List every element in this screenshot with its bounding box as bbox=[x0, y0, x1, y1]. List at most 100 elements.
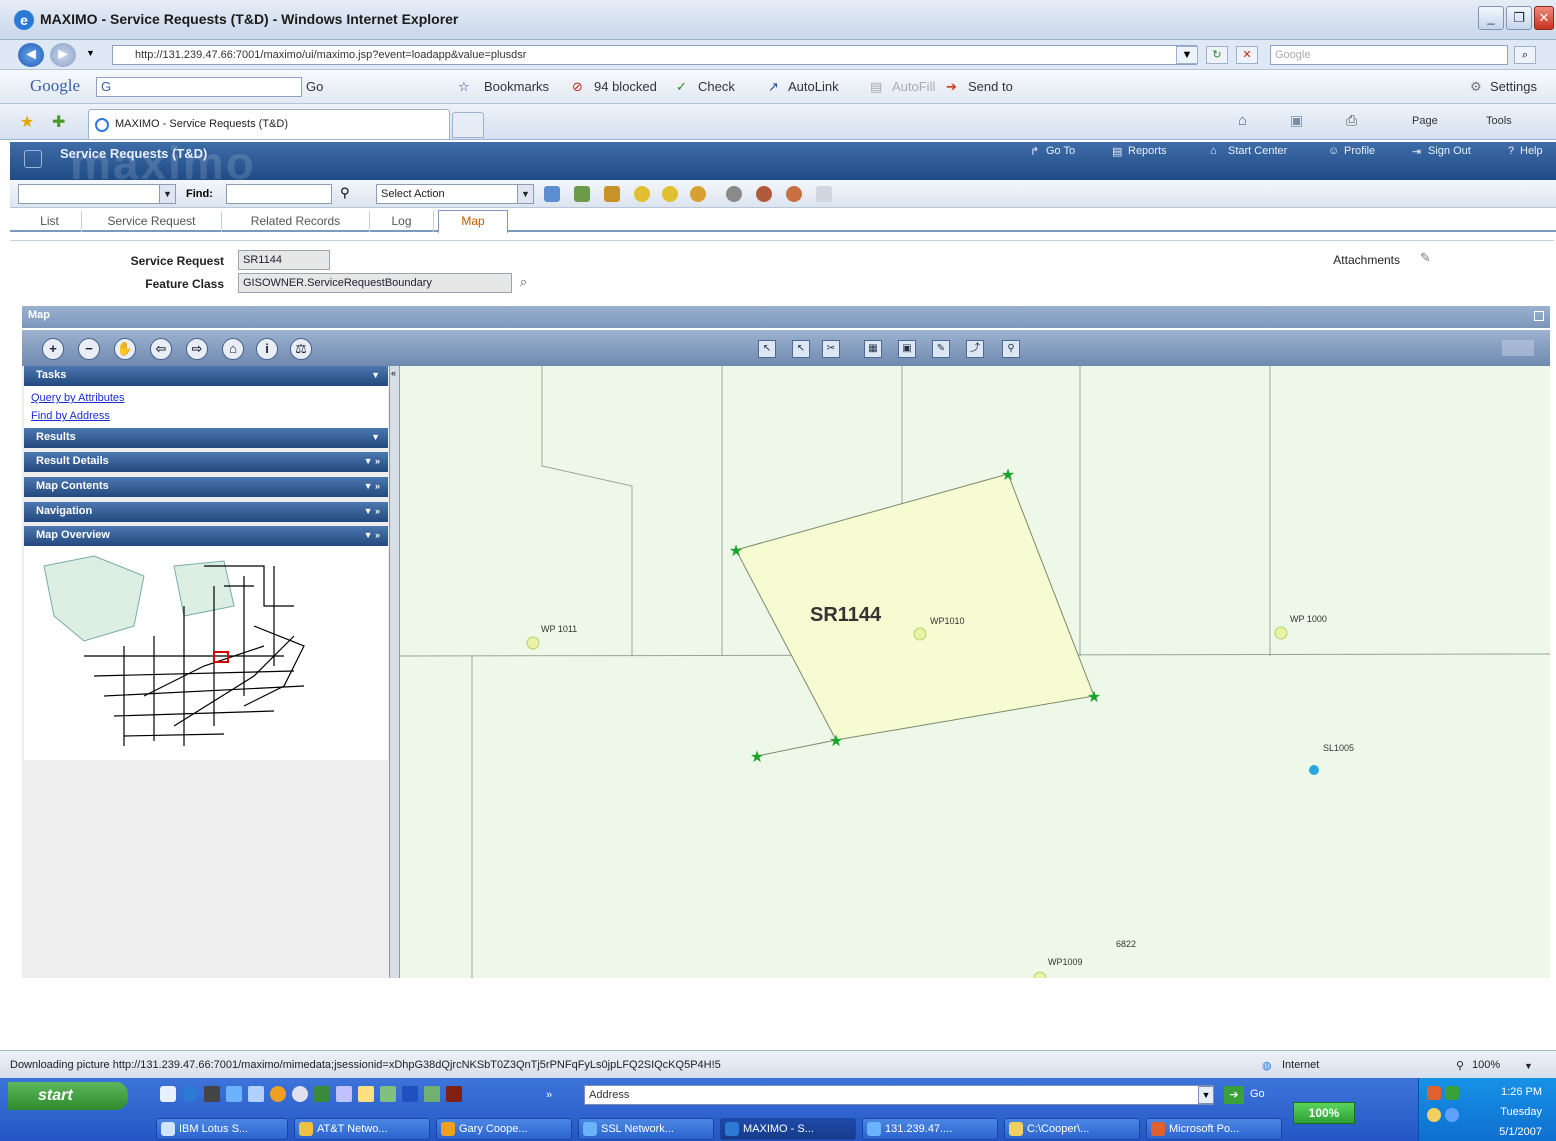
map-canvas[interactable]: ★ ★ ★ ★ ★ SR1144 WP 1011 WP1010 WP 1000 … bbox=[400, 366, 1550, 978]
tray-volume-icon[interactable] bbox=[1427, 1108, 1441, 1122]
tab-log[interactable]: Log bbox=[370, 211, 434, 232]
print-map-button[interactable] bbox=[1502, 340, 1534, 356]
excel-icon[interactable] bbox=[424, 1086, 440, 1102]
restore-button[interactable]: ❐ bbox=[1506, 6, 1532, 30]
sign-out-link[interactable]: Sign Out bbox=[1428, 145, 1471, 157]
tray-app-icon[interactable] bbox=[1427, 1086, 1441, 1100]
autolink-button[interactable]: AutoLink bbox=[788, 79, 839, 94]
help-link[interactable]: Help bbox=[1520, 145, 1543, 157]
chevron-down-icon[interactable]: ▼ bbox=[1198, 1086, 1214, 1104]
history-dropdown-icon[interactable]: ▼ bbox=[86, 48, 95, 58]
print-icon[interactable]: ⎙ bbox=[1346, 112, 1357, 129]
ie-quicklaunch-icon[interactable] bbox=[182, 1086, 198, 1102]
send-to-button[interactable]: Send to bbox=[968, 79, 1013, 94]
start-button[interactable]: start bbox=[8, 1082, 128, 1110]
taskbar-item[interactable]: IBM Lotus S... bbox=[156, 1118, 288, 1140]
tab-service-request[interactable]: Service Request bbox=[82, 211, 222, 232]
bulletin-icon[interactable] bbox=[604, 186, 620, 202]
change-status-icon[interactable] bbox=[756, 186, 772, 202]
minimize-button[interactable]: _ bbox=[1478, 6, 1504, 30]
zoom-level[interactable]: 100% bbox=[1472, 1059, 1500, 1071]
stop-workflow-icon[interactable] bbox=[786, 186, 802, 202]
taskbar-item[interactable]: Gary Coope... bbox=[436, 1118, 572, 1140]
folder-icon[interactable] bbox=[248, 1086, 264, 1102]
messenger-icon[interactable] bbox=[270, 1086, 286, 1102]
tray-network-icon[interactable] bbox=[1445, 1086, 1459, 1100]
page-menu[interactable]: Page bbox=[1412, 115, 1438, 127]
new-tab-button[interactable] bbox=[452, 112, 484, 138]
start-center-link[interactable]: Start Center bbox=[1228, 145, 1287, 157]
explorer-icon[interactable] bbox=[226, 1086, 242, 1102]
favorites-star-icon[interactable]: ★ bbox=[20, 112, 34, 132]
add-favorites-icon[interactable]: ✚ bbox=[52, 112, 65, 132]
close-button[interactable]: ✕ bbox=[1534, 6, 1554, 30]
tab-map[interactable]: Map bbox=[438, 210, 508, 234]
edit-feature-icon[interactable]: ✎ bbox=[932, 340, 950, 358]
full-extent-icon[interactable]: ⌂ bbox=[222, 338, 244, 360]
app-icon[interactable] bbox=[314, 1086, 330, 1102]
map-section-header[interactable]: Map bbox=[22, 306, 1550, 328]
word-icon[interactable] bbox=[402, 1086, 418, 1102]
star-icon[interactable]: ☆ bbox=[458, 79, 470, 95]
result-details-header[interactable]: Result Details ▼ » bbox=[24, 452, 388, 472]
back-extent-icon[interactable]: ⇦ bbox=[150, 338, 172, 360]
taskbar-item[interactable]: Microsoft Po... bbox=[1146, 1118, 1282, 1140]
feeds-icon[interactable]: ▣ bbox=[1290, 112, 1303, 129]
taskbar-go-label[interactable]: Go bbox=[1250, 1088, 1265, 1100]
identify-icon[interactable]: i bbox=[256, 338, 278, 360]
taskbar-item[interactable]: AT&T Netwo... bbox=[294, 1118, 430, 1140]
app-icon[interactable] bbox=[380, 1086, 396, 1102]
select-action-dropdown[interactable]: Select Action ▼ bbox=[376, 184, 534, 204]
taskbar-item[interactable]: C:\Cooper\... bbox=[1004, 1118, 1140, 1140]
binoculars-icon[interactable]: ⚲ bbox=[340, 185, 350, 201]
zoom-in-icon[interactable]: + bbox=[42, 338, 64, 360]
forward-icon[interactable]: ► bbox=[50, 43, 76, 67]
query-select[interactable]: ▼ bbox=[18, 184, 176, 204]
autofill-button[interactable]: AutoFill bbox=[892, 79, 935, 94]
stop-icon[interactable]: ✕ bbox=[1236, 46, 1258, 64]
previous-icon[interactable] bbox=[634, 186, 650, 202]
results-header[interactable]: Results ▼ bbox=[24, 428, 388, 448]
measure-icon[interactable]: ⚖ bbox=[290, 338, 312, 360]
search-icon[interactable]: ⌕ bbox=[1514, 46, 1536, 64]
tab-related-records[interactable]: Related Records bbox=[222, 211, 370, 232]
tools-menu[interactable]: Tools bbox=[1486, 115, 1512, 127]
select-remove-icon[interactable]: ✂ bbox=[822, 340, 840, 358]
app-icon[interactable] bbox=[358, 1086, 374, 1102]
url-field[interactable]: http://131.239.47.66:7001/maximo/ui/maxi… bbox=[112, 45, 1197, 65]
find-by-address-link[interactable]: Find by Address bbox=[31, 410, 110, 422]
clear-selection-icon[interactable]: ▦ bbox=[864, 340, 882, 358]
search-input[interactable]: Google bbox=[1270, 45, 1508, 65]
chevron-icon[interactable]: » bbox=[546, 1089, 552, 1101]
overview-map[interactable] bbox=[24, 546, 388, 760]
goto-link[interactable]: Go To bbox=[1046, 145, 1075, 157]
magnifier-zoom-badge[interactable]: 100% bbox=[1293, 1102, 1355, 1124]
map-contents-header[interactable]: Map Contents ▼ » bbox=[24, 477, 388, 497]
taskbar-address-field[interactable]: Address bbox=[584, 1085, 1214, 1105]
browser-tab-maximo[interactable]: MAXIMO - Service Requests (T&D) bbox=[88, 109, 450, 139]
save-icon[interactable] bbox=[574, 186, 590, 202]
collapse-panel-icon[interactable]: « bbox=[391, 368, 396, 378]
show-desktop-icon[interactable] bbox=[160, 1086, 176, 1102]
unlink-icon[interactable]: ⚲ bbox=[1002, 340, 1020, 358]
google-go-button[interactable]: Go bbox=[306, 79, 323, 94]
url-dropdown-icon[interactable]: ▼ bbox=[1176, 46, 1198, 64]
taskbar-item[interactable]: 131.239.47.... bbox=[862, 1118, 998, 1140]
navigation-header[interactable]: Navigation ▼ » bbox=[24, 502, 388, 522]
app-icon[interactable] bbox=[336, 1086, 352, 1102]
map-overview-header[interactable]: Map Overview ▼ » bbox=[24, 526, 388, 546]
next-icon[interactable] bbox=[662, 186, 678, 202]
reports-link[interactable]: Reports bbox=[1128, 145, 1167, 157]
forward-extent-icon[interactable]: ⇨ bbox=[186, 338, 208, 360]
popups-blocked-button[interactable]: 94 blocked bbox=[594, 79, 657, 94]
clock-time[interactable]: 1:26 PM bbox=[1501, 1086, 1542, 1098]
pan-icon[interactable]: ✋ bbox=[114, 338, 136, 360]
chevron-down-icon[interactable]: ▼ bbox=[1524, 1061, 1533, 1071]
go-arrow-icon[interactable]: ➔ bbox=[1224, 1086, 1244, 1104]
select-add-icon[interactable]: ↖ bbox=[792, 340, 810, 358]
collapse-icon[interactable] bbox=[1534, 311, 1544, 321]
refresh-icon[interactable]: ↻ bbox=[1206, 46, 1228, 64]
back-icon[interactable]: ◄ bbox=[18, 43, 44, 67]
panel-splitter[interactable]: « bbox=[390, 366, 400, 978]
search-quicklaunch-icon[interactable] bbox=[292, 1086, 308, 1102]
